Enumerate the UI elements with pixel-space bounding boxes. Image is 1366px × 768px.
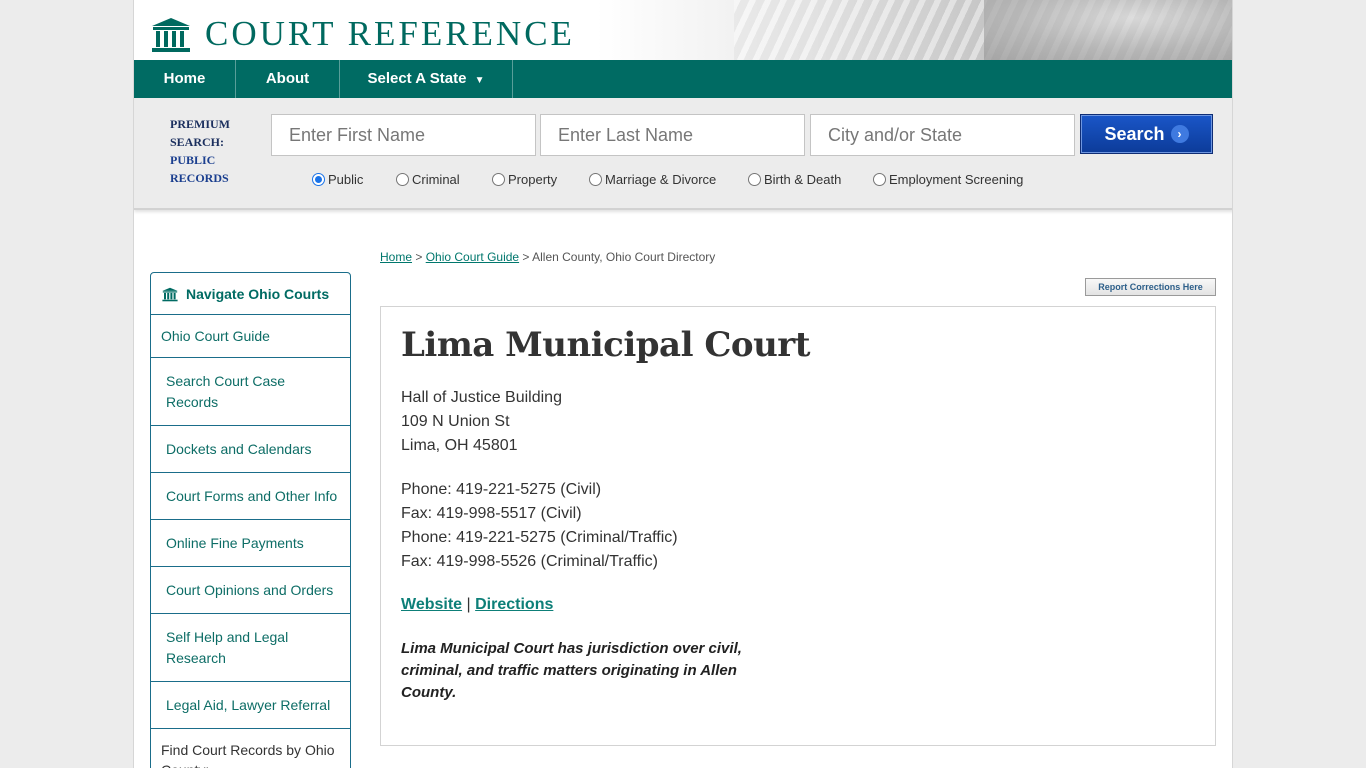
breadcrumb-current: Allen County, Ohio Court Directory (532, 250, 716, 264)
sidebar-item-ohio-court-guide[interactable]: Ohio Court Guide (151, 315, 350, 358)
premium-label-line2: SEARCH: (170, 135, 225, 149)
breadcrumb-separator: > (412, 250, 426, 264)
radio-birth-death[interactable]: Birth & Death (748, 172, 841, 187)
public-label-line1: PUBLIC (170, 153, 216, 167)
breadcrumb-separator: > (519, 250, 533, 264)
last-name-input[interactable] (540, 114, 805, 156)
nav-about-label: About (265, 70, 310, 87)
first-name-input[interactable] (271, 114, 536, 156)
address-line: 109 N Union St (401, 413, 510, 430)
nav-select-state-label: Select A State (367, 70, 467, 87)
radio-property-label: Property (508, 172, 558, 187)
breadcrumb-guide-link[interactable]: Ohio Court Guide (426, 250, 519, 264)
search-button[interactable]: Search › (1080, 114, 1213, 154)
caret-down-icon: ▼ (474, 75, 485, 86)
contact-line: Phone: 419-221-5275 (Criminal/Traffic) (401, 529, 678, 546)
radio-property[interactable]: Property (492, 172, 557, 187)
sidebar-county-heading: Find Court Records by Ohio County: (161, 742, 335, 768)
website-link[interactable]: Website (401, 596, 462, 613)
radio-button[interactable] (589, 173, 602, 186)
court-title: Lima Municipal Court (401, 325, 810, 365)
sidebar-item-legal-aid[interactable]: Legal Aid, Lawyer Referral (151, 682, 350, 729)
radio-button[interactable] (492, 173, 505, 186)
court-description: Lima Municipal Court has jurisdiction ov… (401, 640, 742, 701)
radio-public-label: Public (328, 172, 364, 187)
address-line: Hall of Justice Building (401, 389, 562, 406)
public-label-line2: RECORDS (170, 171, 229, 185)
radio-birth-death-label: Birth & Death (764, 172, 842, 187)
sidebar-item-self-help-legal-research[interactable]: Self Help and Legal Research (151, 614, 350, 682)
radio-public[interactable]: Public (312, 172, 363, 187)
report-corrections-button[interactable]: Report Corrections Here (1085, 278, 1216, 296)
court-details-panel: Lima Municipal Court Hall of Justice Bui… (380, 306, 1216, 746)
chevron-right-icon: › (1170, 124, 1189, 143)
page-container: COURT REFERENCE Home About Select A Stat… (133, 0, 1233, 768)
radio-button[interactable] (873, 173, 886, 186)
address-line: Lima, OH 45801 (401, 437, 518, 454)
main-nav: Home About Select A State ▼ (134, 60, 1232, 98)
sidebar-item-dockets-calendars[interactable]: Dockets and Calendars (151, 426, 350, 473)
sidebar-nav: Navigate Ohio Courts Ohio Court Guide Se… (150, 272, 351, 768)
nav-about[interactable]: About (236, 60, 340, 98)
breadcrumb-home-link[interactable]: Home (380, 250, 412, 264)
premium-search-bar: PREMIUM SEARCH: PUBLIC RECORDS Search › P… (134, 98, 1232, 210)
search-button-label: Search (1104, 123, 1165, 144)
nav-home[interactable]: Home (134, 60, 236, 98)
contact-line: Fax: 419-998-5526 (Criminal/Traffic) (401, 553, 658, 570)
radio-marriage-divorce[interactable]: Marriage & Divorce (589, 172, 716, 187)
site-logo-text[interactable]: COURT REFERENCE (205, 14, 575, 54)
nav-select-state[interactable]: Select A State ▼ (340, 60, 513, 98)
courthouse-icon (162, 287, 178, 302)
breadcrumb: Home > Ohio Court Guide > Allen County, … (380, 250, 715, 264)
contact-line: Phone: 419-221-5275 (Civil) (401, 481, 602, 498)
sidebar-item-court-forms[interactable]: Court Forms and Other Info (151, 473, 350, 520)
radio-employment-screening[interactable]: Employment Screening (873, 172, 1023, 187)
header-column-image (984, 0, 1232, 60)
radio-employment-screening-label: Employment Screening (889, 172, 1024, 187)
radio-button[interactable] (748, 173, 761, 186)
city-state-input[interactable] (810, 114, 1075, 156)
directions-link[interactable]: Directions (475, 596, 553, 613)
sidebar-item-court-opinions[interactable]: Court Opinions and Orders (151, 567, 350, 614)
radio-criminal[interactable]: Criminal (396, 172, 460, 187)
radio-button[interactable] (396, 173, 409, 186)
radio-button[interactable] (312, 173, 325, 186)
sidebar-header: Navigate Ohio Courts (151, 273, 350, 315)
premium-search-label: PREMIUM SEARCH: PUBLIC RECORDS (170, 115, 250, 187)
link-separator: | (466, 596, 471, 613)
site-header: COURT REFERENCE (134, 0, 1232, 60)
sidebar-item-online-fine-payments[interactable]: Online Fine Payments (151, 520, 350, 567)
contact-line: Fax: 419-998-5517 (Civil) (401, 505, 582, 522)
radio-marriage-divorce-label: Marriage & Divorce (605, 172, 717, 187)
courthouse-icon[interactable] (151, 17, 191, 53)
sidebar-title: Navigate Ohio Courts (186, 286, 330, 302)
premium-label-line1: PREMIUM (170, 117, 230, 131)
court-links: Website | Directions (401, 596, 553, 614)
radio-criminal-label: Criminal (412, 172, 460, 187)
nav-home-label: Home (163, 70, 206, 87)
sidebar-item-search-court-case-records[interactable]: Search Court Case Records (151, 358, 350, 426)
